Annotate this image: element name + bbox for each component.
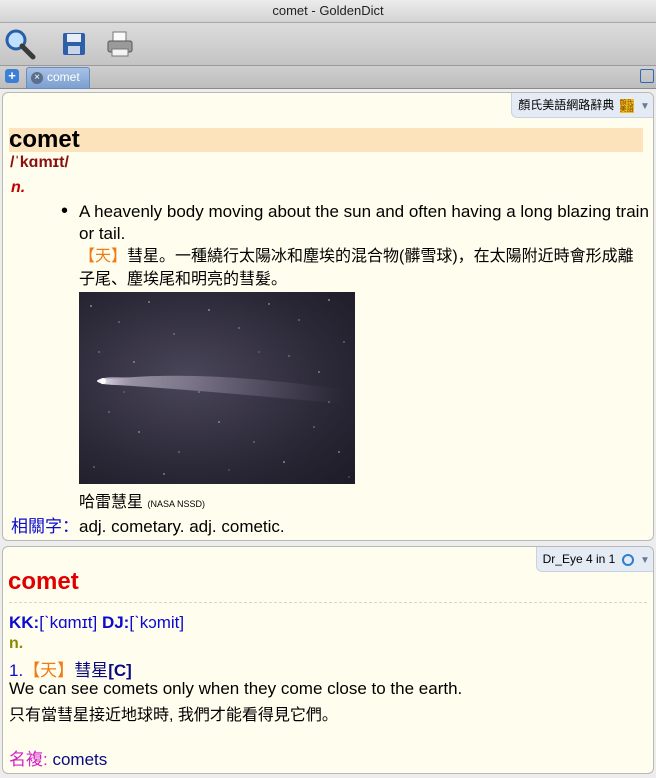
plural-form: 名複: comets [9, 745, 107, 770]
dictionary-name: Dr_Eye 4 in 1 [542, 552, 616, 566]
save-icon[interactable] [57, 27, 91, 61]
image-caption: 哈雷慧星 (NASA NSSD) [79, 488, 205, 512]
pronunciation: /ˈkɑmɪt/ [10, 154, 69, 171]
bullet: • [61, 200, 69, 222]
sense-number: 1. [9, 661, 24, 680]
plural-label: 名複: [9, 750, 48, 769]
window-title-bar: comet - GoldenDict [0, 0, 656, 23]
toolbar [0, 23, 656, 66]
headword: comet [8, 568, 79, 595]
related-text: adj. cometary. adj. cometic. [79, 517, 285, 536]
search-icon[interactable] [3, 27, 37, 61]
definition-chinese-text: 彗星。一種繞行太陽冰和塵埃的混合物(髒雪球)，在太陽附近時會形成離子尾、塵埃尾和… [79, 248, 634, 288]
comet-image [79, 292, 355, 484]
window-title: comet - GoldenDict [272, 3, 384, 18]
dictionary-icon: 顏氏美語 [619, 98, 634, 113]
close-icon[interactable]: × [31, 72, 43, 84]
kk-label: KK: [9, 613, 40, 632]
image-caption-text: 哈雷慧星 [79, 494, 144, 511]
sense-chinese: 彗星 [74, 661, 109, 680]
part-of-speech: n. [11, 179, 26, 196]
image-credit: (NASA NSSD) [147, 499, 205, 509]
article-yan-dictionary: 顏氏美語網路辭典 顏氏美語 ▼ comet /ˈkɑmɪt/ n. • A he… [2, 92, 654, 541]
related-label: 相關字： [11, 517, 79, 536]
part-of-speech: n. [9, 635, 24, 652]
example-chinese: 只有當彗星接近地球時, 我們才能看得見它們。 [9, 707, 338, 724]
add-tab-button[interactable]: + [5, 69, 19, 83]
subject-tag: 【天】 [23, 661, 75, 680]
dj-value: [ˋkɔmit] [129, 613, 185, 632]
sense-grammar: [C] [108, 661, 132, 680]
headword: comet [9, 128, 643, 152]
divider [9, 602, 647, 603]
plural-value: comets [52, 750, 108, 769]
article-view[interactable]: 顏氏美語網路辭典 顏氏美語 ▼ comet /ˈkɑmɪt/ n. • A he… [0, 89, 656, 778]
example-english: We can see comets only when they come cl… [9, 679, 463, 698]
tab-list-icon[interactable] [640, 69, 654, 83]
print-icon[interactable] [103, 27, 137, 61]
definition-chinese: 【天】彗星。一種繞行太陽冰和塵埃的混合物(髒雪球)，在太陽附近時會形成離子尾、塵… [79, 245, 649, 291]
phonetics: KK:[ˋkɑmɪt] DJ:[ˋkɔmit] [9, 613, 184, 633]
dictionary-name: 顏氏美語網路辭典 [518, 98, 615, 112]
related-words: 相關字：adj. cometary. adj. cometic. [11, 512, 285, 537]
dj-label: DJ: [101, 613, 130, 632]
tab-bar: + × comet [0, 66, 656, 89]
dictionary-icon [621, 553, 634, 566]
tab-comet[interactable]: × comet [26, 67, 90, 89]
article-dr-eye: Dr_Eye 4 in 1 ▼ comet KK:[ˋkɑmɪt] DJ:[ˋk… [2, 546, 654, 774]
dictionary-bar[interactable]: 顏氏美語網路辭典 顏氏美語 ▼ [511, 93, 653, 118]
tab-label: comet [47, 70, 80, 84]
chevron-down-icon[interactable]: ▼ [637, 95, 653, 119]
sense: 1.【天】彗星[C] [9, 656, 132, 681]
chevron-down-icon[interactable]: ▼ [637, 549, 653, 573]
subject-tag: 【天】 [79, 248, 128, 265]
kk-value: [ˋkɑmɪt] [39, 613, 98, 632]
dictionary-bar[interactable]: Dr_Eye 4 in 1 ▼ [535, 547, 653, 573]
definition-english: A heavenly body moving about the sun and… [79, 202, 649, 243]
